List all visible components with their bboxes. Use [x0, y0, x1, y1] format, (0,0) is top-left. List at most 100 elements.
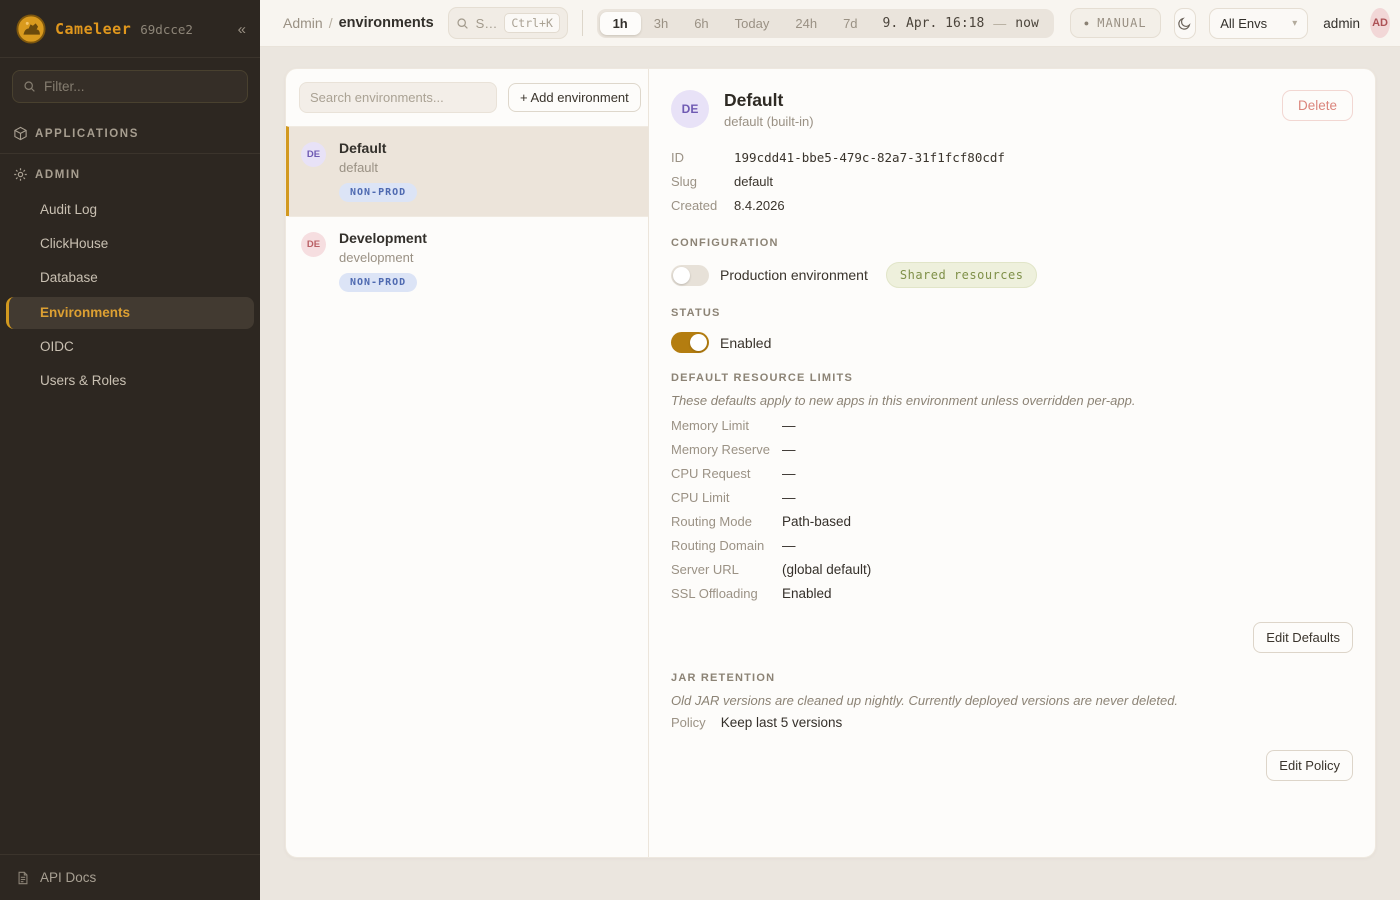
breadcrumb-admin[interactable]: Admin [283, 15, 323, 31]
search-hint: S… [476, 16, 498, 31]
resource-label: SSL Offloading [671, 582, 782, 606]
policy-value: Keep last 5 versions [721, 712, 843, 734]
resource-label: Memory Limit [671, 414, 782, 438]
resource-value: — [782, 414, 796, 438]
time-range-option[interactable]: 1h [600, 12, 641, 35]
app-title: Cameleer [55, 20, 131, 38]
global-search[interactable]: S… Ctrl+K [448, 7, 568, 39]
time-range-to[interactable]: now [1015, 16, 1038, 31]
time-range-option[interactable]: Today [722, 12, 783, 35]
meta-label: Created [671, 194, 734, 218]
sidebar-filter[interactable] [12, 70, 248, 103]
page-subtitle: default (built-in) [724, 114, 814, 129]
environment-search-input[interactable] [299, 82, 497, 113]
resource-value: (global default) [782, 558, 871, 582]
main-column: Admin / environments S… Ctrl+K 1h 3h 6h … [260, 0, 1400, 900]
defaults-actions: Edit Defaults [671, 622, 1353, 653]
search-icon [23, 80, 36, 93]
edit-defaults-button[interactable]: Edit Defaults [1253, 622, 1353, 653]
policy-label: Policy [671, 712, 706, 734]
sidebar-filter-input[interactable] [44, 79, 237, 94]
production-toggle-label: Production environment [720, 267, 868, 283]
sidebar-nav-item[interactable]: Audit Log [6, 194, 254, 226]
refresh-mode-button[interactable]: ● MANUAL [1070, 8, 1161, 38]
time-range-from[interactable]: 9. Apr. 16:18 [883, 16, 985, 31]
resource-value: — [782, 438, 796, 462]
jar-retention-heading: JAR RETENTION [671, 672, 1353, 684]
document-icon [16, 871, 30, 885]
sidebar-nav-item[interactable]: Database [6, 262, 254, 294]
time-range-option[interactable]: 6h [681, 12, 721, 35]
toggle-knob [673, 267, 690, 284]
breadcrumb-current: environments [339, 15, 434, 31]
resource-label: Memory Reserve [671, 438, 782, 462]
dark-mode-toggle[interactable] [1174, 8, 1197, 39]
resource-row: Memory Limit — [671, 414, 1353, 438]
resource-label: CPU Request [671, 462, 782, 486]
package-icon [13, 126, 28, 141]
resource-row: Server URL (global default) [671, 558, 1353, 582]
resource-row: Routing Domain — [671, 534, 1353, 558]
meta-row: ID 199cdd41-bbe5-479c-82a7-31f1fcf80cdf [671, 146, 1353, 170]
sidebar-collapse-icon[interactable]: « [238, 22, 246, 37]
environment-item-body: Default default NON-PROD [339, 140, 417, 202]
divider [0, 153, 260, 154]
api-docs-link[interactable]: API Docs [0, 854, 260, 900]
time-range-display: 9. Apr. 16:18 — now [871, 16, 1051, 31]
production-toggle[interactable] [671, 265, 709, 286]
user-name: admin [1323, 16, 1360, 31]
resource-label: CPU Limit [671, 486, 782, 510]
meta-label: ID [671, 146, 734, 170]
admin-section-label: ADMIN [35, 169, 81, 181]
meta-rows: ID 199cdd41-bbe5-479c-82a7-31f1fcf80cdf … [671, 146, 1353, 218]
resource-limits-note: These defaults apply to new apps in this… [671, 393, 1353, 408]
status-dot: ● [1084, 19, 1089, 28]
sidebar-nav-item[interactable]: OIDC [6, 331, 254, 363]
time-range-separator: — [993, 16, 1006, 31]
jar-retention-note: Old JAR versions are cleaned up nightly.… [671, 693, 1353, 708]
sidebar-nav-item[interactable]: ClickHouse [6, 228, 254, 260]
env-filter-value: All Envs [1220, 16, 1267, 31]
environment-name: Default [339, 140, 417, 156]
build-version: 69dcce2 [140, 22, 193, 37]
resource-value: Path-based [782, 510, 851, 534]
time-range-option[interactable]: 3h [641, 12, 681, 35]
search-icon [456, 17, 469, 30]
breadcrumb-separator: / [329, 15, 333, 31]
edit-policy-button[interactable]: Edit Policy [1266, 750, 1353, 781]
moon-icon [1177, 16, 1192, 31]
admin-section-header[interactable]: ADMIN [0, 156, 260, 192]
enabled-toggle[interactable] [671, 332, 709, 353]
admin-nav: Audit Log ClickHouse Database Environmen… [0, 192, 260, 405]
detail-header: DE Default default (built-in) Delete [671, 90, 1353, 129]
time-range-option[interactable]: 24h [782, 12, 830, 35]
sidebar-nav-item[interactable]: Users & Roles [6, 365, 254, 397]
resource-limits-heading: DEFAULT RESOURCE LIMITS [671, 372, 1353, 384]
topbar: Admin / environments S… Ctrl+K 1h 3h 6h … [260, 0, 1400, 47]
resource-value: — [782, 534, 796, 558]
non-prod-badge: NON-PROD [339, 183, 417, 202]
resource-value: Enabled [782, 582, 832, 606]
configuration-heading: CONFIGURATION [671, 237, 1353, 249]
delete-button[interactable]: Delete [1282, 90, 1353, 121]
refresh-mode-label: MANUAL [1097, 16, 1146, 30]
search-shortcut-badge: Ctrl+K [504, 13, 560, 33]
environment-detail-panel: DE Default default (built-in) Delete ID … [649, 69, 1375, 857]
user-avatar[interactable]: AD [1370, 8, 1390, 38]
environment-list-item[interactable]: DE Development development NON-PROD [286, 216, 648, 306]
sidebar-nav-item[interactable]: Environments [6, 297, 254, 329]
resource-row: CPU Request — [671, 462, 1353, 486]
applications-section-header[interactable]: APPLICATIONS [0, 115, 260, 151]
meta-label: Slug [671, 170, 734, 194]
env-filter-select[interactable]: All Envs ▾ [1209, 8, 1308, 39]
resource-label: Routing Mode [671, 510, 782, 534]
chevron-down-icon: ▾ [1292, 18, 1297, 29]
time-range-option[interactable]: 7d [830, 12, 870, 35]
add-environment-button[interactable]: + Add environment [508, 83, 641, 112]
status-toggle-label: Enabled [720, 335, 771, 351]
shared-resources-badge: Shared resources [886, 262, 1038, 288]
environment-item-body: Development development NON-PROD [339, 230, 427, 292]
page-title: Default [724, 90, 814, 110]
environment-list-item[interactable]: DE Default default NON-PROD [286, 126, 648, 216]
resource-row: Routing Mode Path-based [671, 510, 1353, 534]
